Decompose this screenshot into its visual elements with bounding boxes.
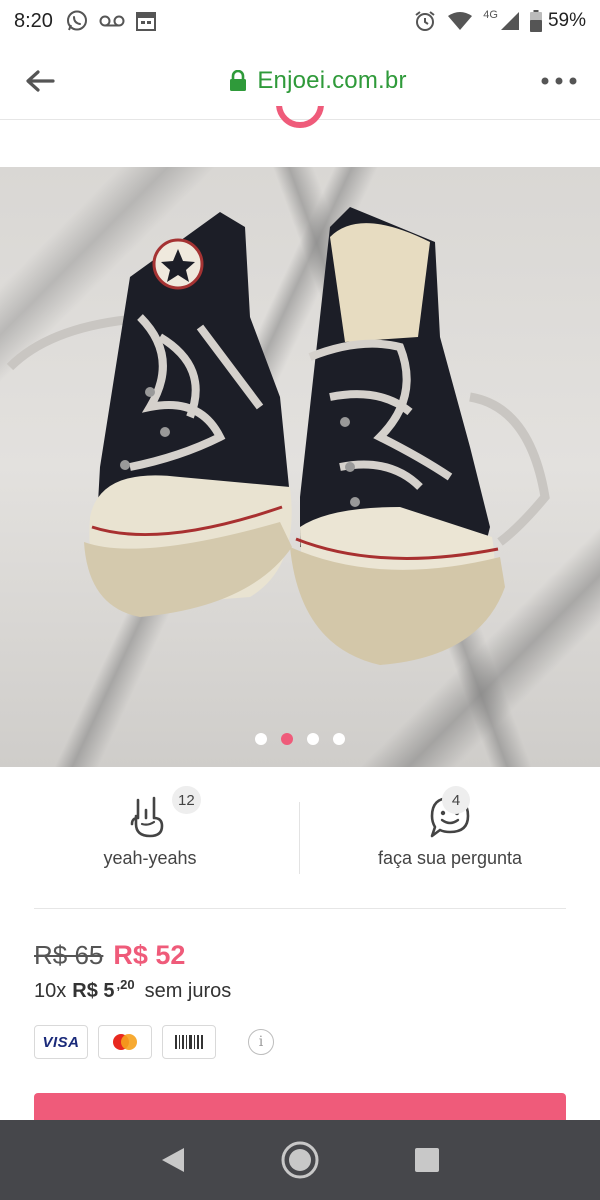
- yeah-label: yeah-yeahs: [103, 848, 197, 868]
- square-recents-icon: [414, 1148, 439, 1172]
- carousel-dot-active[interactable]: [281, 733, 293, 745]
- network-type-label: 4G: [483, 9, 498, 21]
- current-price: R$ 52: [113, 940, 186, 970]
- boleto-badge: [162, 1025, 216, 1059]
- battery-percent: 59%: [547, 10, 586, 31]
- installments-count: 10x: [34, 980, 67, 1002]
- installments-row: 10x R$ 5 ,20 sem juros: [34, 977, 232, 1003]
- carousel-dot[interactable]: [307, 733, 319, 745]
- battery-icon: [529, 10, 542, 32]
- product-actions: 12 yeah-yeahs 4 faça sua pergunta: [0, 780, 600, 880]
- installment-value: R$ 5: [72, 980, 115, 1002]
- sneakers-illustration: [6, 207, 550, 665]
- whatsapp-icon: [65, 9, 89, 33]
- carousel-dots: [0, 733, 600, 745]
- system-navigation-bar: [0, 1120, 600, 1200]
- payment-methods: VISA i: [34, 1025, 274, 1059]
- url-text: Enjoei.com.br: [257, 66, 407, 94]
- circle-home-icon: [281, 1141, 319, 1179]
- mastercard-icon: [113, 1034, 137, 1050]
- voicemail-icon: [99, 13, 125, 29]
- nav-home-button[interactable]: [270, 1130, 330, 1190]
- more-options-button[interactable]: [518, 42, 600, 120]
- mastercard-badge: [98, 1025, 152, 1059]
- visa-badge: VISA: [34, 1025, 88, 1059]
- triangle-back-icon: [162, 1148, 185, 1172]
- visa-label: VISA: [42, 1033, 80, 1051]
- question-count-badge: 4: [442, 786, 470, 814]
- old-price: R$ 65: [34, 940, 104, 970]
- actions-divider: [299, 802, 300, 874]
- calendar-icon: [135, 10, 157, 32]
- carousel-dot[interactable]: [333, 733, 345, 745]
- status-time: 8:20: [14, 9, 53, 32]
- arrow-left-icon: [26, 69, 55, 92]
- barcode-icon: [175, 1035, 203, 1049]
- info-icon[interactable]: i: [248, 1029, 274, 1055]
- yeah-count-badge: 12: [172, 786, 201, 814]
- alarm-icon: [413, 9, 437, 33]
- carousel-dot[interactable]: [255, 733, 267, 745]
- back-button[interactable]: [0, 42, 80, 120]
- more-dots-icon: [541, 77, 577, 84]
- rock-hand-icon: [128, 794, 172, 840]
- installment-cents: ,20: [116, 977, 135, 992]
- product-photo[interactable]: [0, 167, 600, 767]
- status-right: 4G 59%: [413, 9, 586, 33]
- status-bar: 8:20 4G 59%: [0, 0, 600, 42]
- nav-recents-button[interactable]: [397, 1130, 457, 1190]
- question-label: faça sua pergunta: [377, 848, 523, 868]
- buy-button[interactable]: [34, 1093, 566, 1123]
- signal-icon: [500, 11, 520, 31]
- lock-icon: [230, 69, 247, 91]
- yeah-yeahs-button[interactable]: 12 yeah-yeahs: [0, 780, 300, 880]
- ask-question-button[interactable]: 4 faça sua pergunta: [300, 780, 600, 880]
- price-row: R$ 65 R$ 52: [34, 940, 185, 971]
- section-divider: [34, 908, 566, 909]
- url-bar[interactable]: Enjoei.com.br: [118, 67, 518, 95]
- installment-suffix: sem juros: [144, 980, 232, 1002]
- wifi-icon: [447, 11, 473, 31]
- profile-avatar-edge: [274, 106, 326, 134]
- nav-back-button[interactable]: [143, 1130, 203, 1190]
